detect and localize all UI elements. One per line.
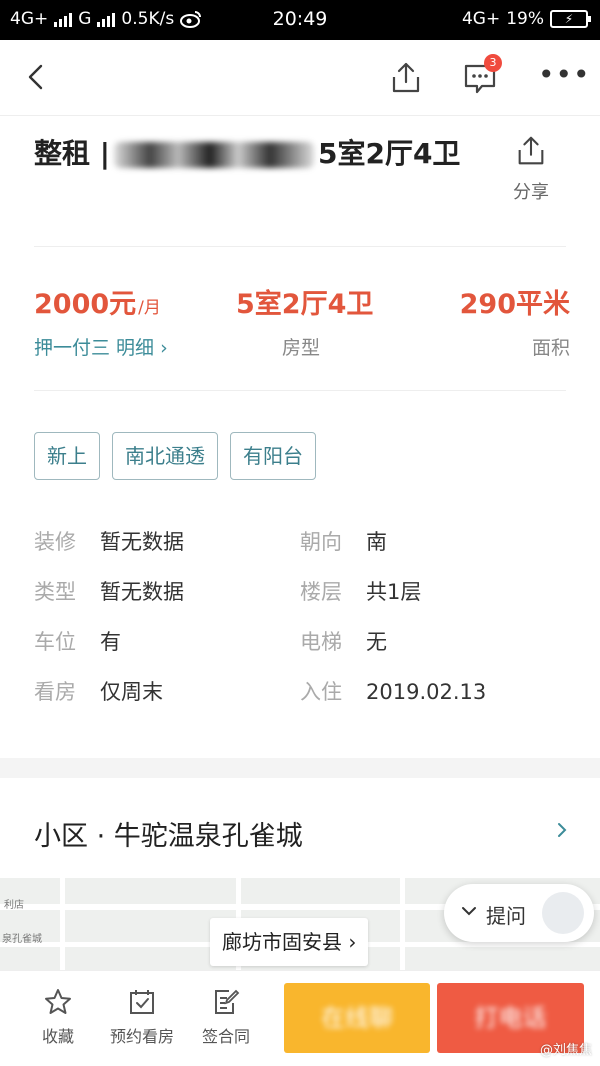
favorite-button[interactable]: 收藏 bbox=[18, 987, 98, 1047]
layout-value: 5室2厅4卫 bbox=[236, 289, 374, 320]
attr-orientation: 朝向南 bbox=[300, 530, 387, 554]
bottom-action-bar: 收藏 预约看房 签合同 在线聊 打电话 @刘焦焦 bbox=[0, 970, 600, 1066]
calendar-check-icon bbox=[130, 990, 154, 1014]
tag: 新上 bbox=[34, 432, 100, 480]
feature-tags: 新上 南北通透 有阳台 bbox=[34, 432, 316, 480]
chevron-down-icon bbox=[462, 907, 476, 916]
area-label: 面积 bbox=[531, 337, 570, 359]
back-arrow-icon[interactable] bbox=[22, 62, 52, 92]
ask-label: 提问 bbox=[486, 904, 526, 928]
more-icon[interactable]: ••• bbox=[538, 61, 590, 91]
community-link[interactable]: 小区 · 牛驼温泉孔雀城 bbox=[34, 814, 303, 853]
battery-charging-icon: ⚡ bbox=[550, 10, 591, 28]
payment-terms-link[interactable]: 押一付三 明细 › bbox=[34, 333, 168, 360]
top-nav-bar: 3 ••• bbox=[0, 40, 600, 116]
location-label[interactable]: 廊坊市固安县 › bbox=[210, 918, 369, 966]
share-button[interactable]: 分享 bbox=[506, 134, 556, 204]
attr-type: 类型 暂无数据 bbox=[34, 580, 184, 604]
contract-label: 签合同 bbox=[201, 1027, 250, 1046]
redacted-name bbox=[113, 142, 314, 168]
area-value: 290平米 bbox=[459, 289, 570, 320]
title-prefix: 整租 | bbox=[34, 137, 110, 170]
contract-edit-icon bbox=[215, 989, 240, 1014]
chevron-right-icon[interactable] bbox=[552, 820, 572, 840]
divider bbox=[34, 390, 566, 391]
attr-floor: 楼层 共1层 bbox=[300, 580, 422, 604]
area-block: 290平米 面积 bbox=[458, 282, 570, 360]
watermark: @刘焦焦 bbox=[539, 1043, 592, 1058]
message-badge: 3 bbox=[484, 54, 502, 72]
price-value: 2000元/月 bbox=[34, 289, 161, 320]
map-poi-text: 利店 bbox=[4, 900, 24, 911]
map-poi-text: 泉孔雀城 bbox=[2, 934, 42, 945]
battery-percent: 19% bbox=[506, 9, 544, 29]
share-icon[interactable] bbox=[388, 60, 424, 96]
schedule-viewing-button[interactable]: 预约看房 bbox=[102, 987, 182, 1047]
status-bar: 4G+ G 0.5K/s 20:49 4G+ 19% ⚡ bbox=[0, 0, 600, 40]
divider bbox=[34, 246, 566, 247]
schedule-label: 预约看房 bbox=[109, 1027, 174, 1046]
status-right: 4G+ 19% ⚡ bbox=[461, 9, 591, 29]
price-block: 2000元/月 押一付三 明细 › bbox=[34, 282, 168, 360]
assistant-avatar-icon bbox=[542, 892, 584, 934]
attr-parking: 车位有 bbox=[34, 630, 121, 654]
layout-label: 房型 bbox=[281, 337, 320, 359]
star-icon bbox=[45, 989, 71, 1014]
ask-question-button[interactable]: 提问 bbox=[444, 884, 594, 942]
tag: 有阳台 bbox=[230, 432, 316, 480]
attr-elevator: 电梯无 bbox=[300, 630, 387, 654]
online-chat-button[interactable]: 在线聊 bbox=[284, 983, 430, 1053]
listing-page: 4G+ G 0.5K/s 20:49 4G+ 19% ⚡ 3 ••• 整租 | 5… bbox=[0, 0, 600, 1066]
attr-viewing: 看房 仅周末 bbox=[34, 680, 163, 704]
share-label: 分享 bbox=[513, 182, 549, 203]
map-road bbox=[60, 878, 65, 970]
tag: 南北通透 bbox=[112, 432, 218, 480]
favorite-label: 收藏 bbox=[41, 1027, 74, 1046]
share-icon bbox=[518, 136, 544, 165]
section-separator bbox=[0, 758, 600, 778]
attr-move-in: 入住 2019.02.13 bbox=[300, 680, 487, 704]
map-road bbox=[400, 878, 405, 970]
listing-title: 整租 | 5室2厅4卫 bbox=[34, 134, 474, 174]
title-suffix: 5室2厅4卫 bbox=[317, 137, 461, 170]
layout-block: 5室2厅4卫 房型 bbox=[236, 282, 374, 360]
sign-contract-button[interactable]: 签合同 bbox=[186, 987, 266, 1047]
attr-decoration: 装修 暂无数据 bbox=[34, 530, 184, 554]
network-type-3: 4G+ bbox=[461, 9, 501, 29]
